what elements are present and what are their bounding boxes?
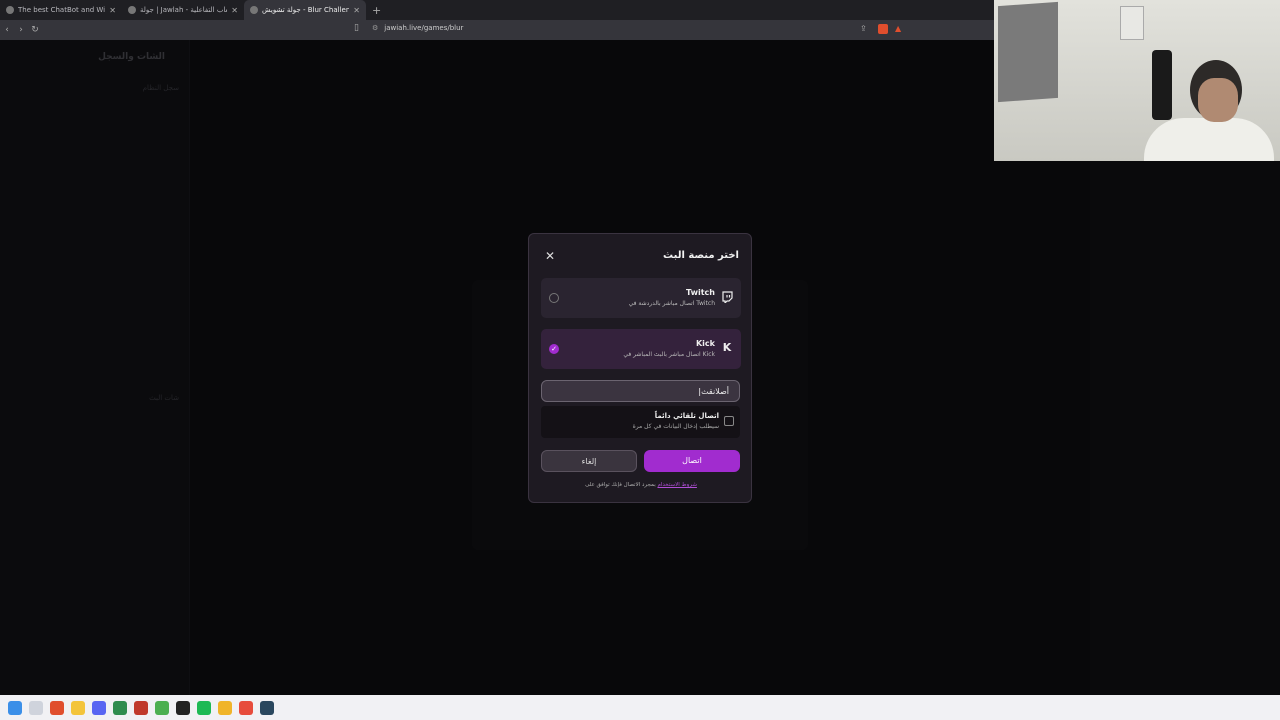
browser-tab-active[interactable]: جولة تشويش - Blur Challenge | ✕ [244, 0, 366, 20]
channel-input-value: أصلانقث [701, 387, 729, 396]
start-icon[interactable] [8, 700, 22, 715]
taskbar [0, 695, 1280, 720]
app-icon[interactable] [176, 700, 190, 715]
platform-modal: اختر منصة البث ✕ Twitch اتصال مباشر بالد… [528, 233, 752, 503]
tab-close-icon[interactable]: ✕ [353, 6, 360, 15]
platform-option-kick[interactable]: ✓ Kick اتصال مباشر بالبث المباشر في Kick… [541, 329, 741, 369]
url-field[interactable]: ⚙ jawiah.live/games/blur [372, 24, 463, 32]
forward-icon[interactable]: › [14, 25, 28, 35]
share-icon[interactable]: ⇪ [860, 24, 870, 34]
modal-title: اختر منصة البث [663, 250, 739, 261]
tab-favicon-icon [250, 6, 258, 14]
browser-tab[interactable]: جولة | Jawlah - منصة الألعاب التفاعلية ✕ [122, 0, 244, 20]
terms-link[interactable]: شروط الاستخدام [657, 482, 696, 488]
search-icon[interactable] [29, 700, 43, 715]
spotify-icon[interactable] [197, 700, 211, 715]
modal-footer: شروط الاستخدام بمجرد الاتصال فإنك توافق … [529, 482, 753, 488]
webcam-overlay [994, 0, 1280, 161]
site-info-icon[interactable]: ⚙ [372, 24, 378, 32]
auto-connect-row[interactable]: اتصال تلقائي دائماً سيطلب إدخال البيانات… [541, 406, 740, 438]
channel-input[interactable]: أصلانقث| [541, 380, 740, 402]
kick-icon: K [722, 341, 732, 354]
platform-desc: اتصال مباشر بالبث المباشر في Kick [623, 351, 715, 358]
steam-icon[interactable] [260, 700, 274, 715]
tab-favicon-icon [6, 6, 14, 14]
platform-name: Twitch [686, 288, 715, 297]
close-icon[interactable]: ✕ [545, 250, 555, 262]
file-explorer-icon[interactable] [71, 700, 85, 715]
app-icon[interactable] [155, 700, 169, 715]
webcam-person-body [1144, 118, 1274, 161]
browser-tab[interactable]: The best ChatBot and Widgets for K ✕ [0, 0, 122, 20]
platform-option-twitch[interactable]: Twitch اتصال مباشر بالدردشة في Twitch [541, 278, 741, 318]
tab-title: The best ChatBot and Widgets for K [18, 6, 106, 14]
auto-connect-desc: سيطلب إدخال البيانات في كل مرة [632, 423, 719, 430]
app-icon[interactable] [239, 700, 253, 715]
brave-rewards-icon[interactable]: ▲ [895, 24, 905, 34]
auto-connect-checkbox[interactable] [724, 416, 734, 426]
tab-close-icon[interactable]: ✕ [231, 6, 238, 15]
webcam-chair [1152, 50, 1172, 120]
twitch-icon [721, 291, 733, 305]
reload-icon[interactable]: ↻ [28, 25, 42, 35]
platform-desc: اتصال مباشر بالدردشة في Twitch [628, 300, 715, 307]
discord-icon[interactable] [92, 700, 106, 715]
webcam-person-face [1198, 78, 1238, 122]
new-tab-button[interactable]: + [366, 4, 387, 17]
tab-close-icon[interactable]: ✕ [109, 6, 116, 15]
cancel-button[interactable]: إلغاء [541, 450, 637, 472]
footer-text: بمجرد الاتصال فإنك توافق على [585, 482, 656, 488]
app-icon[interactable] [134, 700, 148, 715]
app-icon[interactable] [113, 700, 127, 715]
radio-twitch[interactable] [549, 293, 559, 303]
tab-favicon-icon [128, 6, 136, 14]
tab-title: جولة | Jawlah - منصة الألعاب التفاعلية [140, 6, 227, 14]
app-icon[interactable] [218, 700, 232, 715]
webcam-ac-unit [1120, 6, 1144, 40]
radio-kick[interactable]: ✓ [549, 344, 559, 354]
brave-icon[interactable] [50, 700, 64, 715]
connect-button[interactable]: اتصال [644, 450, 740, 472]
platform-name: Kick [695, 339, 715, 348]
webcam-poster [998, 1, 1058, 103]
bookmark-icon[interactable]: ▯ [354, 23, 359, 33]
brave-shield-icon[interactable] [878, 24, 888, 34]
auto-connect-label: اتصال تلقائي دائماً [654, 412, 719, 420]
tab-title: جولة تشويش - Blur Challenge | [262, 6, 350, 14]
url-text: jawiah.live/games/blur [384, 24, 464, 32]
back-icon[interactable]: ‹ [0, 25, 14, 35]
